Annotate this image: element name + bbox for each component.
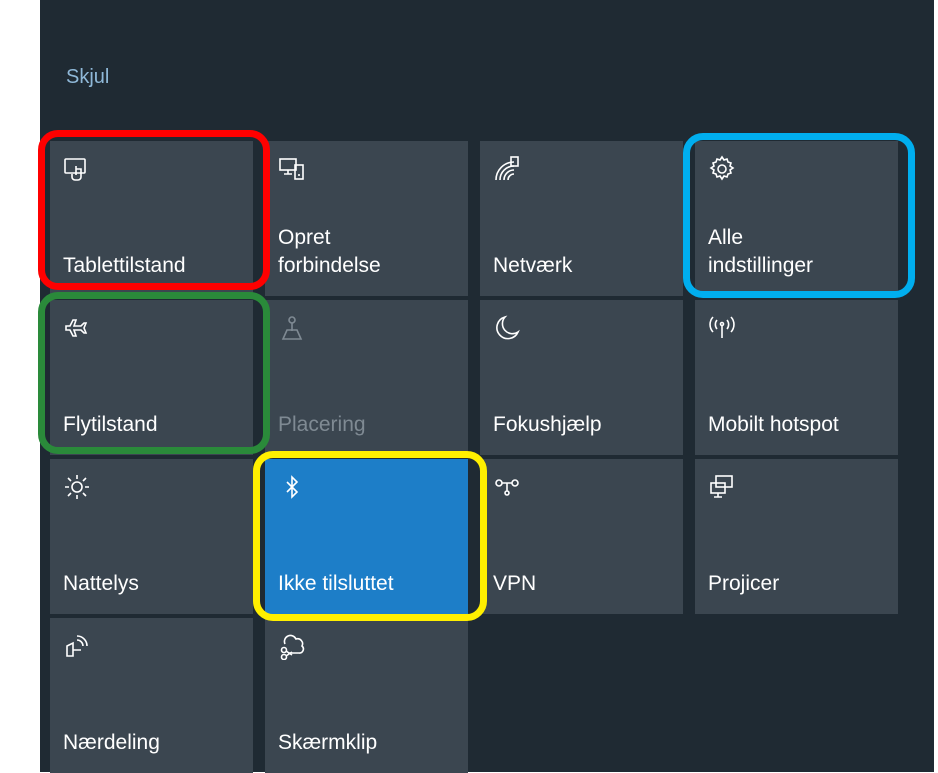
tile-tablet-mode[interactable]: Tablettilstand	[50, 141, 253, 296]
tile-label: Projicer	[708, 572, 780, 595]
tile-label: Flytilstand	[63, 413, 158, 436]
tile-nearby-sharing[interactable]: Nærdeling	[50, 618, 253, 773]
tile-label: VPN	[493, 572, 537, 595]
nearby-sharing-icon	[63, 632, 93, 662]
tablet-mode-icon	[63, 155, 93, 185]
vpn-icon	[493, 473, 523, 503]
tile-snip[interactable]: Skærmklip	[265, 618, 468, 773]
hide-link[interactable]: Skjul	[66, 66, 109, 89]
tile-label: Opret forbindelse	[278, 226, 381, 277]
tile-vpn[interactable]: VPN	[480, 459, 683, 614]
tile-focus-assist[interactable]: Fokushjælp	[480, 300, 683, 455]
tile-bluetooth[interactable]: Ikke tilsluttet	[265, 459, 468, 614]
network-icon	[493, 155, 523, 185]
airplane-icon	[63, 314, 93, 344]
tile-label: Alle indstillinger	[708, 226, 814, 277]
project-icon	[708, 473, 738, 503]
location-icon	[278, 314, 308, 344]
tile-network[interactable]: Netværk	[480, 141, 683, 296]
tile-mobile-hotspot[interactable]: Mobilt hotspot	[695, 300, 898, 455]
tile-label: Mobilt hotspot	[708, 413, 839, 436]
tile-label: Ikke tilsluttet	[278, 572, 394, 595]
bluetooth-icon	[278, 473, 308, 503]
moon-icon	[493, 314, 523, 344]
tile-location[interactable]: Placering	[265, 300, 468, 455]
tile-label: Nattelys	[63, 572, 139, 595]
tile-night-light[interactable]: Nattelys	[50, 459, 253, 614]
sun-icon	[63, 473, 93, 503]
snip-icon	[278, 632, 308, 662]
tile-label: Skærmklip	[278, 731, 378, 754]
tile-label: Placering	[278, 413, 366, 436]
tile-label: Nærdeling	[63, 731, 160, 754]
connect-icon	[278, 155, 308, 185]
gear-icon	[708, 155, 738, 185]
tile-label: Netværk	[493, 254, 573, 277]
tile-label: Fokushjælp	[493, 413, 602, 436]
hotspot-icon	[708, 314, 738, 344]
tile-connect[interactable]: Opret forbindelse	[265, 141, 468, 296]
tile-all-settings[interactable]: Alle indstillinger	[695, 141, 898, 296]
tile-project[interactable]: Projicer	[695, 459, 898, 614]
tile-label: Tablettilstand	[63, 254, 186, 277]
tile-airplane-mode[interactable]: Flytilstand	[50, 300, 253, 455]
